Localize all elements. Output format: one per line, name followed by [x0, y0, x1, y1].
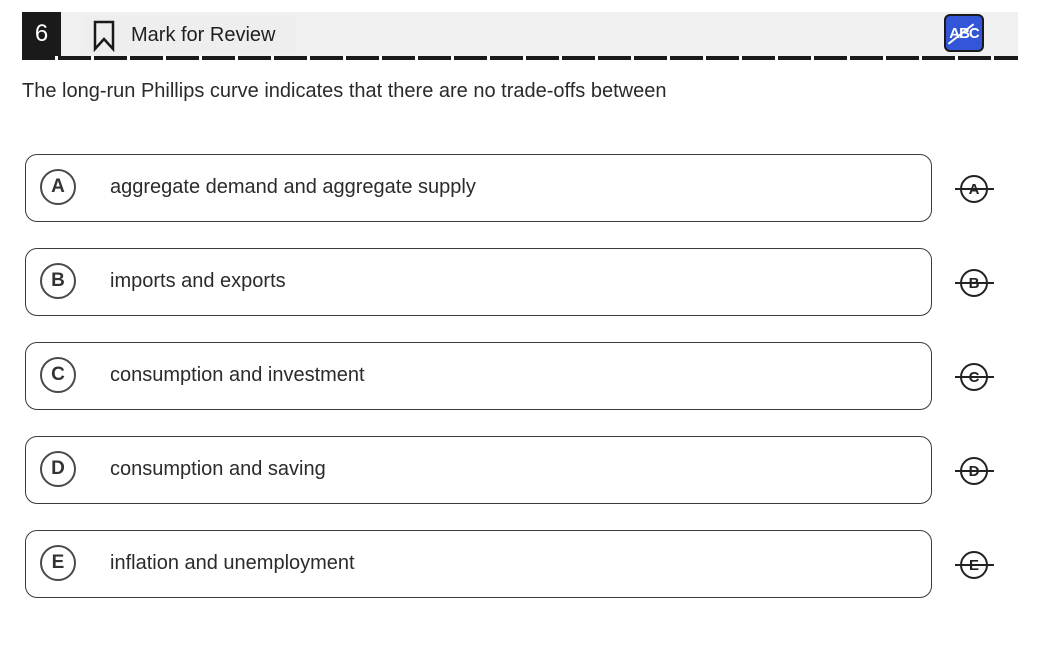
answer-choice-b[interactable]: B imports and exports — [25, 248, 932, 316]
answer-choice-e[interactable]: E inflation and unemployment — [25, 530, 932, 598]
answer-choice-a[interactable]: A aggregate demand and aggregate supply — [25, 154, 932, 222]
choice-letter-badge: E — [40, 545, 76, 581]
strike-line — [955, 376, 994, 378]
question-header: 6 Mark for Review ABC — [22, 12, 1018, 56]
choice-text: consumption and saving — [110, 458, 326, 480]
mark-for-review-label: Mark for Review — [131, 24, 276, 46]
strike-choice-a-button[interactable]: A — [955, 174, 995, 204]
choice-letter-badge: A — [40, 169, 76, 205]
abc-strikethrough-icon: ABC — [949, 24, 979, 42]
answer-eliminator-toggle[interactable]: ABC — [944, 14, 984, 52]
choice-text: inflation and unemployment — [110, 552, 355, 574]
choice-letter-badge: B — [40, 263, 76, 299]
strike-line — [955, 188, 994, 190]
choice-letter-badge: C — [40, 357, 76, 393]
bookmark-icon — [93, 20, 115, 52]
strike-choice-e-button[interactable]: E — [955, 550, 995, 580]
strike-line — [955, 282, 994, 284]
header-divider — [22, 56, 1018, 60]
choice-letter-badge: D — [40, 451, 76, 487]
answer-choice-d[interactable]: D consumption and saving — [25, 436, 932, 504]
question-text: The long-run Phillips curve indicates th… — [22, 80, 667, 102]
choice-text: imports and exports — [110, 270, 286, 292]
question-number: 6 — [22, 12, 61, 56]
mark-for-review-button[interactable]: Mark for Review — [84, 16, 296, 52]
strike-line — [955, 564, 994, 566]
choice-text: consumption and investment — [110, 364, 365, 386]
strike-choice-c-button[interactable]: C — [955, 362, 995, 392]
strike-line — [955, 470, 994, 472]
answer-choice-c[interactable]: C consumption and investment — [25, 342, 932, 410]
choice-text: aggregate demand and aggregate supply — [110, 176, 476, 198]
strike-choice-d-button[interactable]: D — [955, 456, 995, 486]
strike-choice-b-button[interactable]: B — [955, 268, 995, 298]
